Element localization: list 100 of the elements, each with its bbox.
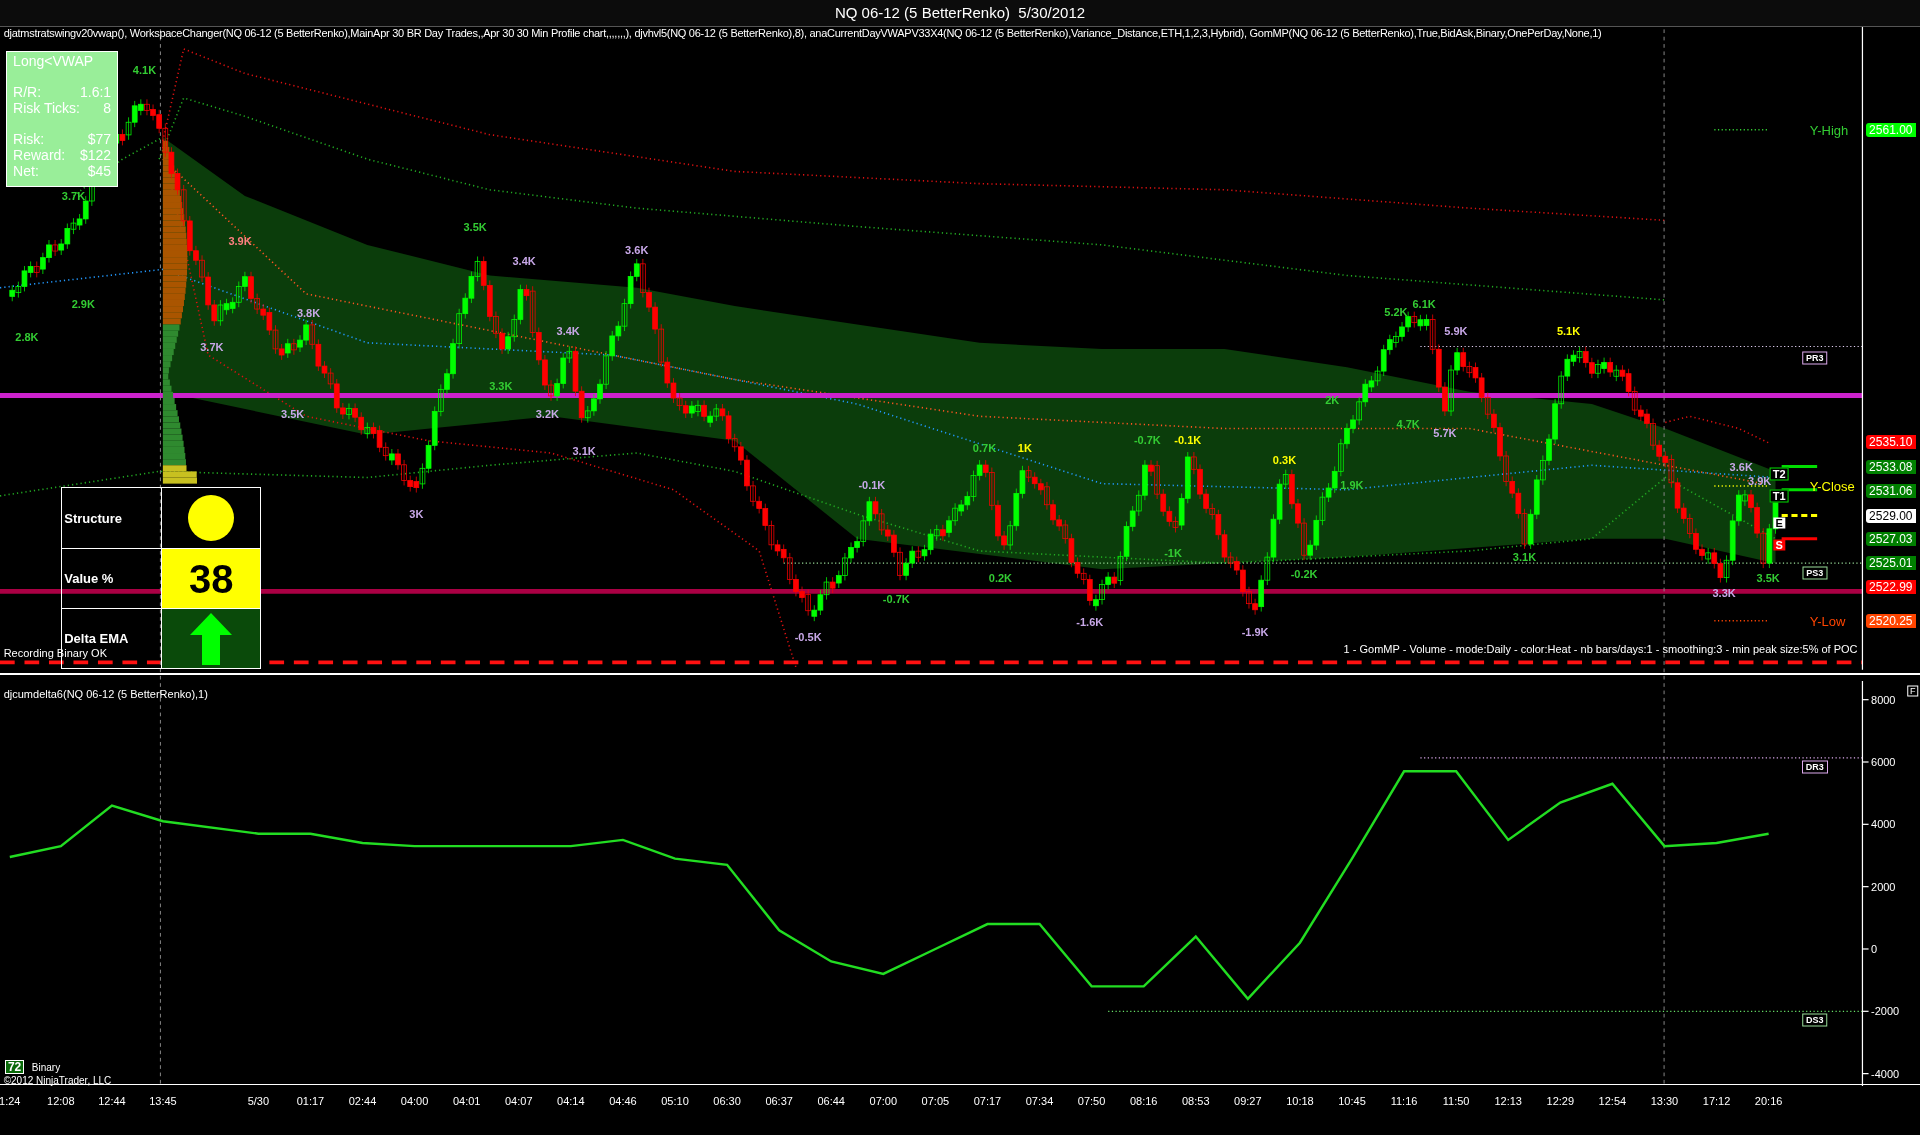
axis-tick-label: -4000 [1871, 1068, 1900, 1080]
time-axis-label: 12:44 [98, 1095, 126, 1107]
volume-label: -0.5K [794, 631, 822, 643]
volume-label: -0.1K [1174, 434, 1202, 446]
trade-value: 1.6:1 [79, 84, 112, 101]
time-axis-label: 08:16 [1129, 1095, 1158, 1107]
time-axis-label: 11:50 [1442, 1095, 1470, 1107]
time-axis-label: 04:46 [609, 1095, 637, 1107]
pivot-tag: PS3 [1802, 566, 1828, 580]
price-tag: 2527.03 [1866, 531, 1916, 546]
volume-label: 3.5K [1756, 572, 1780, 584]
volume-label: 4.1K [132, 64, 157, 76]
axis-tick-label: 8000 [1871, 694, 1896, 706]
volume-label: 5.9K [1444, 325, 1468, 337]
price-tag: 2561.00 [1866, 122, 1916, 137]
time-axis-label: 07:17 [973, 1095, 1002, 1107]
volume-label: 2.8K [15, 331, 39, 343]
time-axis-label: 13:30 [1650, 1095, 1679, 1107]
time-axis-label: 10:45 [1338, 1095, 1366, 1107]
panel-button[interactable]: F [1906, 685, 1919, 697]
time-axis-label: 06:30 [713, 1095, 741, 1107]
time-axis-label: 12:29 [1546, 1095, 1575, 1107]
time-axis-label: 07:34 [1025, 1095, 1054, 1107]
pivot-tag: PR3 [1801, 351, 1828, 365]
volume-label: 0.7K [972, 442, 997, 454]
trade-value: $122 [79, 147, 112, 164]
volume-label: 6.1K [1412, 298, 1436, 310]
volume-label: 3.9K [228, 235, 252, 247]
trade-label: Risk: [13, 131, 45, 148]
axis-tick-label: 0 [1871, 943, 1878, 955]
volume-label: 0.2K [988, 572, 1013, 584]
volume-label: 3.9K [1747, 475, 1772, 487]
price-tag: 2529.00 [1866, 508, 1916, 523]
axis-tick-label: 6000 [1871, 756, 1896, 768]
volume-label: 3.1K [1512, 551, 1537, 563]
price-tag: 2533.08 [1866, 459, 1916, 474]
volume-label: 3.8K [296, 307, 321, 319]
trade-title: Long<VWAP [13, 53, 95, 70]
time-axis-label: 20:16 [1754, 1095, 1783, 1107]
volume-label: -0.7K [882, 593, 910, 605]
pivot-tag: DR3 [1801, 760, 1828, 773]
price-tag: 2531.06 [1866, 484, 1916, 498]
volume-label: 3.5K [463, 221, 487, 232]
level-label: Y-Close [1809, 479, 1855, 493]
volume-label: 3.1K [572, 445, 596, 457]
time-axis-label: 09:27 [1234, 1095, 1262, 1107]
time-axis-label: 02:44 [348, 1095, 377, 1107]
volume-label: -1.6K [1076, 616, 1104, 628]
trade-value: $45 [87, 163, 112, 180]
time-axis-label: 5/30 [247, 1095, 270, 1107]
volume-label: 2.9K [71, 298, 95, 310]
volume-label: -0.1K [858, 479, 886, 491]
time-axis-label: 04:00 [400, 1095, 429, 1107]
profile-caption: 1 - GomMP - Volume - mode:Daily - color:Heat - nb bars/days:1 - smoothing:3 - min peak size:5% of POC [1343, 643, 1858, 655]
volume-label: 1K [1017, 442, 1032, 454]
copyright-text: ©2012 NinjaTrader, LLC [3, 1076, 112, 1087]
time-axis-label: 05:10 [661, 1095, 689, 1107]
time-axis-label: 04:07 [505, 1095, 533, 1107]
trade-label: Reward: [13, 147, 66, 164]
price-tag: 2522.99 [1866, 579, 1916, 594]
indicator-label: djcumdelta6(NQ 06-12 (5 BetterRenko),1) [3, 688, 208, 700]
volume-label: 3.7K [200, 341, 224, 352]
time-axis-label: 06:37 [765, 1095, 793, 1107]
order-marker: E [1773, 517, 1785, 529]
axis-tick-label: -2000 [1871, 1005, 1900, 1017]
time-axis-label: 12:13 [1494, 1095, 1522, 1107]
time-axis-label: 06:44 [817, 1095, 845, 1107]
trade-value: $77 [87, 131, 112, 148]
trade-label: Risk Ticks: [13, 100, 80, 117]
order-marker: T2 [1769, 467, 1789, 481]
level-label: Y-High [1809, 123, 1849, 137]
time-axis-label: 12:08 [47, 1095, 75, 1107]
mode-label: Binary [31, 1062, 61, 1073]
time-axis-label: 04:01 [452, 1095, 481, 1107]
time-axis-label: 10:18 [1286, 1095, 1314, 1107]
order-marker: S [1773, 539, 1785, 551]
trade-label: R/R: [13, 84, 42, 101]
time-axis-label: 08:53 [1182, 1095, 1210, 1107]
volume-label: 4.7K [1396, 418, 1420, 430]
volume-label: 3.2K [535, 408, 559, 420]
price-tag: 2525.01 [1866, 556, 1916, 571]
volume-label: 3K [409, 508, 424, 520]
volume-label: 3.5K [281, 408, 305, 420]
axis-tick-label: 2000 [1871, 881, 1896, 893]
indicator-list: djatmstratswingv20vwap(), WorkspaceChanger(NQ 06-12 (5 BetterRenko),MainApr 30 BR Day Trades,,Apr 30 30 Min Profile chart,,,,,,,), djvhvl5(NQ 06-12 (5 BetterRenko),8), anaCurrentDayVWAPV33X4(NQ 06-12 (5 BetterRenko),Variance_Distance,ETH,1,2,3,Hybrid), GomMP(NQ 06-12 (5 BetterRenko),True,BidAsk,Binary,OnePerDay,None,1) [3, 27, 1602, 39]
volume-label: 5.2K [1384, 306, 1408, 318]
volume-label: 3.6K [625, 244, 649, 256]
price-tag: 2520.25 [1866, 613, 1916, 628]
volume-label: -0.7K [1133, 434, 1161, 446]
volume-label: 3.4K [556, 325, 580, 337]
volume-label: 0.3K [1272, 454, 1297, 466]
trade-label: Net: [13, 163, 39, 180]
time-axis-label: 12:54 [1598, 1095, 1627, 1107]
time-axis-label: 17:12 [1702, 1095, 1731, 1107]
time-axis-label: 1:24 [0, 1095, 21, 1107]
time-axis-label: 07:50 [1077, 1095, 1106, 1107]
volume-label: 3.7K [61, 190, 86, 202]
volume-label: 3.4K [512, 255, 536, 267]
time-axis-label: 07:00 [869, 1095, 898, 1107]
level-label: Y-Low [1809, 614, 1846, 628]
